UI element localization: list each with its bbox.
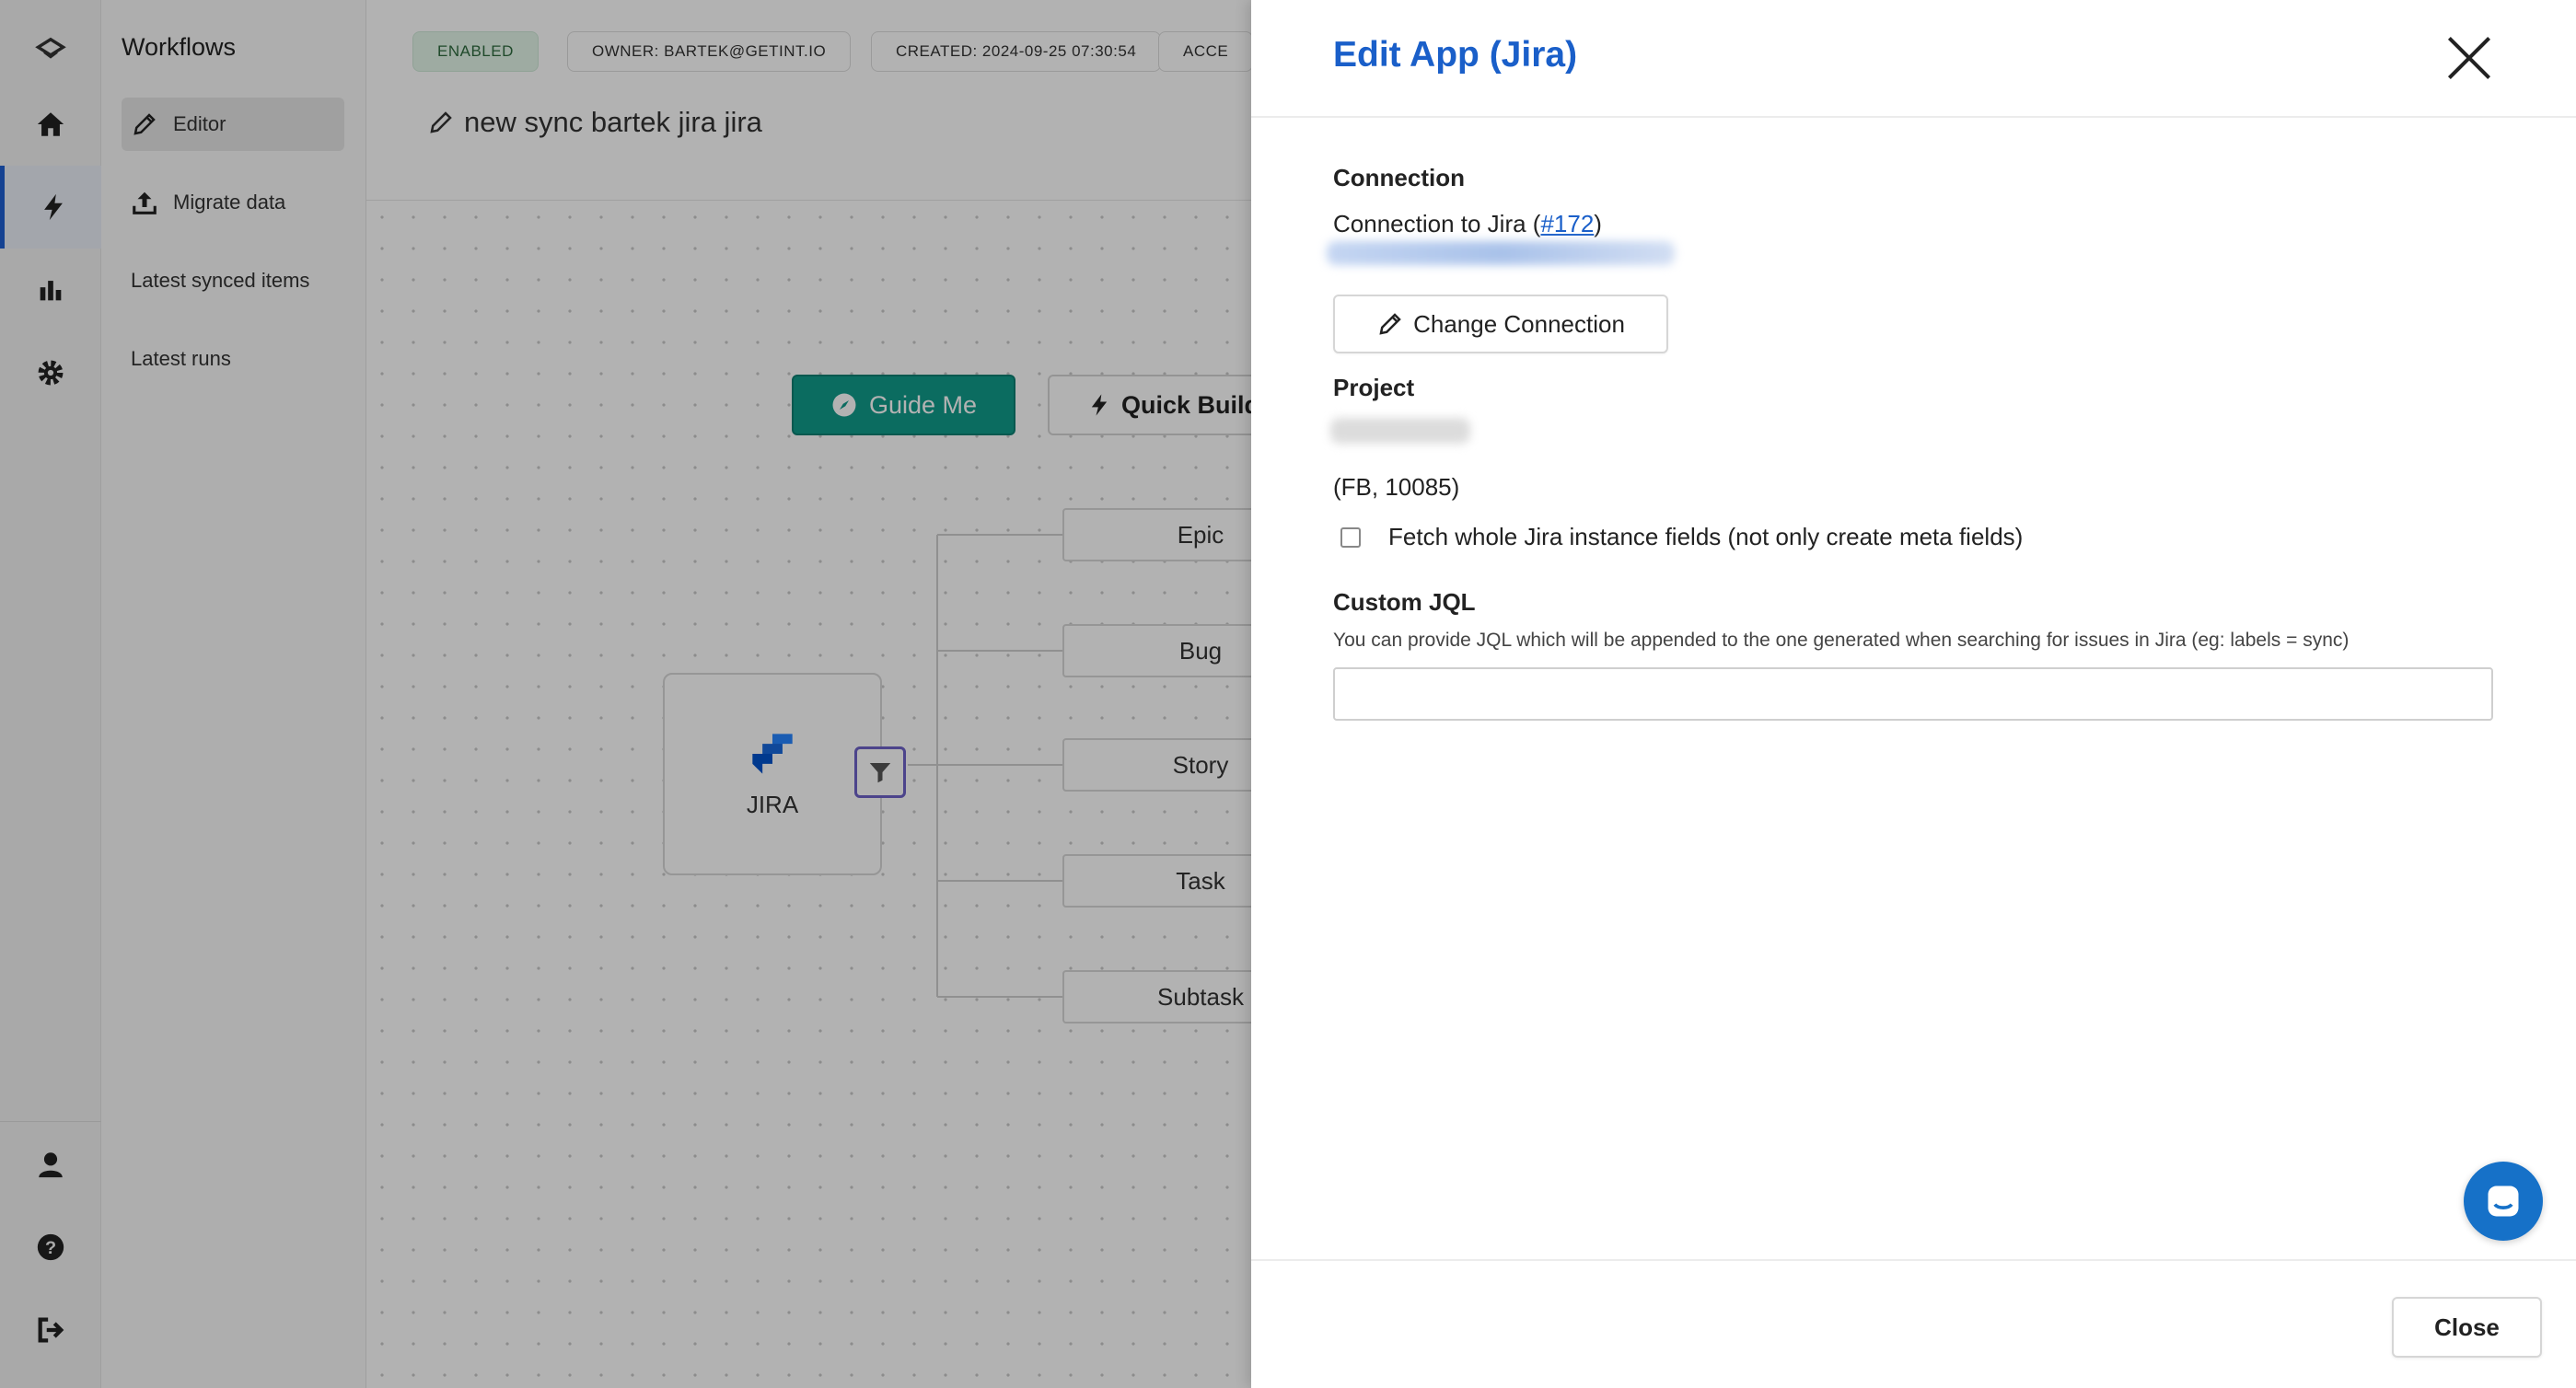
change-connection-label: Change Connection	[1413, 309, 1625, 338]
close-button[interactable]: Close	[2392, 1297, 2542, 1358]
redacted-connection-url	[1327, 241, 1675, 265]
connection-label: Connection	[1333, 164, 1465, 191]
chat-launcher-button[interactable]	[2464, 1162, 2543, 1241]
fetch-fields-row[interactable]: Fetch whole Jira instance fields (not on…	[1340, 523, 2023, 551]
project-key-info: (FB, 10085)	[1333, 473, 1460, 501]
connection-text-prefix: Connection to Jira (	[1333, 210, 1541, 237]
custom-jql-label: Custom JQL	[1333, 588, 1476, 616]
connection-text: Connection to Jira (#172)	[1333, 210, 1602, 238]
connection-text-suffix: )	[1594, 210, 1602, 237]
modal-backdrop[interactable]	[0, 0, 1251, 1388]
fetch-fields-label: Fetch whole Jira instance fields (not on…	[1388, 523, 2024, 550]
close-icon[interactable]	[2444, 33, 2494, 83]
drawer-header: Edit App (Jira)	[1251, 0, 2576, 118]
pencil-icon	[1379, 313, 1401, 335]
drawer-footer: Close	[1251, 1259, 2576, 1388]
redacted-project-name	[1330, 418, 1470, 444]
drawer-title: Edit App (Jira)	[1333, 35, 1578, 75]
chat-icon	[2488, 1186, 2519, 1217]
fetch-fields-checkbox[interactable]	[1340, 526, 1361, 548]
custom-jql-hint: You can provide JQL which will be append…	[1333, 630, 2350, 651]
edit-app-drawer: Edit App (Jira) Connection Connection to…	[1251, 0, 2576, 1388]
connection-link[interactable]: #172	[1540, 210, 1594, 237]
project-label: Project	[1333, 374, 1415, 401]
custom-jql-input[interactable]	[1333, 667, 2493, 721]
change-connection-button[interactable]: Change Connection	[1333, 295, 1668, 353]
